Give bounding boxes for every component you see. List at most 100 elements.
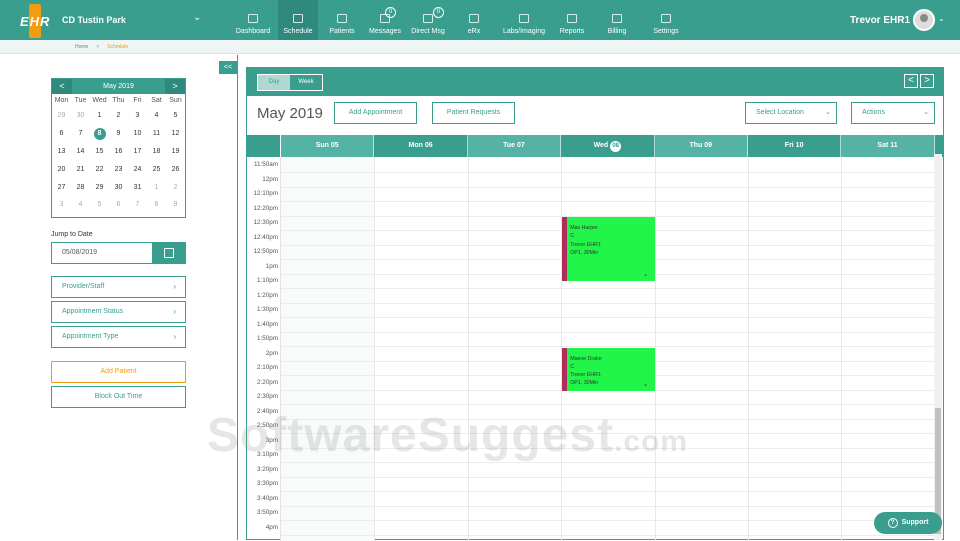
provider-staff-filter[interactable]: Provider/Staff› <box>51 276 186 298</box>
appointment-type-filter[interactable]: Appointment Type› <box>51 326 186 348</box>
patient-requests-button[interactable]: Patient Requests <box>432 102 515 124</box>
calendar-day[interactable]: 7 <box>128 196 147 214</box>
calendar-day[interactable]: 3 <box>128 107 147 125</box>
nav-item-messages[interactable]: Messages0 <box>366 0 404 40</box>
chevron-down-icon[interactable]: ⌄ <box>643 271 649 279</box>
clinic-selector[interactable]: CD Tustin Park <box>62 15 126 25</box>
calendar-day[interactable]: 30 <box>71 107 90 125</box>
calendar-day[interactable]: 23 <box>109 161 128 179</box>
calendar-day[interactable]: 12 <box>166 125 185 143</box>
calendar-day[interactable]: 14 <box>71 143 90 161</box>
calendar-day[interactable]: 8 <box>147 196 166 214</box>
weekday-header: Tue <box>71 94 90 107</box>
calendar-day-number: 2 <box>117 112 121 119</box>
time-label: 12:10pm <box>253 190 278 197</box>
calendar-day[interactable]: 6 <box>52 125 71 143</box>
calendar-picker-button[interactable] <box>152 242 186 264</box>
nav-item-erx[interactable]: eRx <box>452 0 496 40</box>
count-badge: 0 <box>385 7 396 18</box>
nav-item-dashboard[interactable]: Dashboard <box>228 0 278 40</box>
calendar-day[interactable]: 26 <box>166 161 185 179</box>
calendar-day[interactable]: 16 <box>109 143 128 161</box>
nav-item-direct-msg[interactable]: Direct Msg0 <box>404 0 452 40</box>
calendar-day[interactable]: 24 <box>128 161 147 179</box>
calendar-day[interactable]: 22 <box>90 161 109 179</box>
nav-item-schedule[interactable]: Schedule <box>278 0 318 40</box>
calendar-day[interactable]: 21 <box>71 161 90 179</box>
ehr-logo[interactable]: EHR <box>14 4 54 38</box>
calendar-day[interactable]: 2 <box>109 107 128 125</box>
appointment-card[interactable]: Maeve DrakeCTrevor EHR1OP1, 30Min⌄ <box>562 348 654 392</box>
jump-to-date-input[interactable]: 05/08/2019 <box>51 242 153 264</box>
actions-dropdown[interactable]: Actions⌄ <box>851 102 935 124</box>
calendar-day[interactable]: 27 <box>52 179 71 197</box>
calendar-day[interactable]: 4 <box>147 107 166 125</box>
add-appointment-button[interactable]: Add Appointment <box>334 102 417 124</box>
calendar-day[interactable]: 1 <box>90 107 109 125</box>
chevron-down-icon[interactable]: ⌄ <box>643 381 649 389</box>
calendar-day[interactable]: 4 <box>71 196 90 214</box>
appointment-provider: Trevor EHR1 <box>570 371 654 379</box>
calendar-day[interactable]: 3 <box>52 196 71 214</box>
calendar-day[interactable]: 29 <box>52 107 71 125</box>
avatar[interactable] <box>913 9 935 31</box>
nav-item-reports[interactable]: Reports <box>552 0 592 40</box>
calendar-day[interactable]: 6 <box>109 196 128 214</box>
calendar-day[interactable]: 19 <box>166 143 185 161</box>
calendar-day[interactable]: 5 <box>166 107 185 125</box>
calendar-day[interactable]: 20 <box>52 161 71 179</box>
selected-date[interactable]: 8 <box>90 125 109 143</box>
prev-week-button[interactable]: < <box>904 74 918 88</box>
nav-item-patients[interactable]: Patients <box>318 0 366 40</box>
appointment-card[interactable]: Max HarperCTrevor EHR1OP1, 30Min⌄ <box>562 217 654 281</box>
nav-item-labs-imaging[interactable]: Labs/Imaging <box>496 0 552 40</box>
calendar-day[interactable]: 9 <box>166 196 185 214</box>
week-grid[interactable]: 11:50am12pm12:10pm12:20pm12:30pm12:40pm1… <box>247 157 935 541</box>
calendar-day[interactable]: 25 <box>147 161 166 179</box>
nav-item-billing[interactable]: Billing <box>592 0 642 40</box>
block-out-time-button[interactable]: Block Out Time <box>51 386 186 408</box>
calendar-day[interactable]: 10 <box>128 125 147 143</box>
add-patient-button[interactable]: Add Patient <box>51 361 186 383</box>
chevron-down-icon[interactable]: ⌄ <box>193 12 201 23</box>
breadcrumb-home[interactable]: Home <box>75 44 88 50</box>
calendar-day[interactable]: 9 <box>109 125 128 143</box>
day-header[interactable]: Fri 10 <box>748 135 841 157</box>
day-header[interactable]: Sun 05 <box>281 135 374 157</box>
calendar-day[interactable]: 18 <box>147 143 166 161</box>
day-header[interactable]: Sat 11 <box>841 135 934 157</box>
next-month-button[interactable]: > <box>165 79 185 94</box>
next-week-button[interactable]: > <box>920 74 934 88</box>
appointment-type: OP1, 30Min <box>570 249 654 257</box>
time-slot-line <box>281 332 935 333</box>
calendar-day[interactable]: 1 <box>147 179 166 197</box>
calendar-day[interactable]: 30 <box>109 179 128 197</box>
week-view-button[interactable]: Week <box>290 75 322 90</box>
calendar-day[interactable]: 31 <box>128 179 147 197</box>
day-header[interactable]: Wed 08 <box>561 135 654 157</box>
schedule-scrollbar[interactable] <box>934 154 942 540</box>
calendar-day[interactable]: 15 <box>90 143 109 161</box>
appointment-status-filter[interactable]: Appointment Status› <box>51 301 186 323</box>
day-header[interactable]: Mon 06 <box>374 135 467 157</box>
time-label: 2:30pm <box>257 393 278 400</box>
calendar-day[interactable]: 13 <box>52 143 71 161</box>
calendar-day[interactable]: 17 <box>128 143 147 161</box>
collapse-sidebar-button[interactable]: << <box>219 61 237 74</box>
calendar-day[interactable]: 28 <box>71 179 90 197</box>
calendar-day[interactable]: 2 <box>166 179 185 197</box>
calendar-day[interactable]: 5 <box>90 196 109 214</box>
nav-item-settings[interactable]: Settings <box>642 0 690 40</box>
support-button[interactable]: ?Support <box>874 512 942 534</box>
day-header[interactable]: Tue 07 <box>468 135 561 157</box>
chevron-down-icon[interactable]: ⌄ <box>938 14 945 23</box>
day-view-button[interactable]: Day <box>258 75 290 90</box>
calendar-day[interactable]: 11 <box>147 125 166 143</box>
user-name[interactable]: Trevor EHR1 <box>850 15 910 26</box>
prev-month-button[interactable]: < <box>52 79 72 94</box>
calendar-day[interactable]: 29 <box>90 179 109 197</box>
dashboard-icon <box>248 14 258 23</box>
select-location-dropdown[interactable]: Select Location⌄ <box>745 102 837 124</box>
calendar-day[interactable]: 7 <box>71 125 90 143</box>
day-header[interactable]: Thu 09 <box>655 135 748 157</box>
